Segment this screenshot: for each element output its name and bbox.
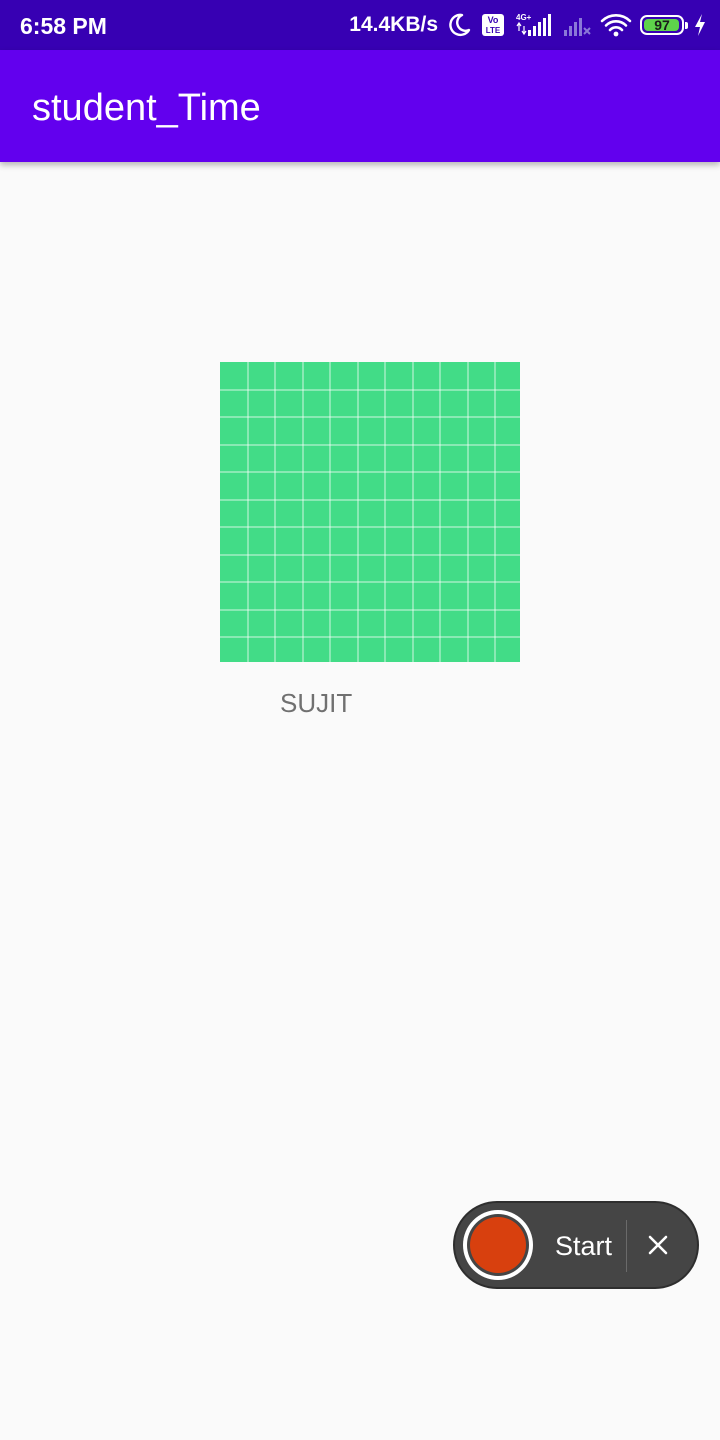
svg-text:Vo: Vo xyxy=(488,15,499,25)
divider xyxy=(626,1220,627,1272)
page-title: student_Time xyxy=(32,87,261,129)
battery-percent: 97 xyxy=(654,17,670,33)
svg-text:LTE: LTE xyxy=(486,26,501,35)
status-icons: 14.4KB/s Vo LTE 4G+ 97 xyxy=(349,10,708,40)
moon-icon xyxy=(446,12,472,38)
student-name[interactable]: SUJIT xyxy=(280,688,352,718)
screen-recorder-widget[interactable]: Start xyxy=(453,1201,699,1289)
record-button[interactable] xyxy=(463,1210,533,1280)
close-icon[interactable] xyxy=(643,1230,673,1260)
charging-icon xyxy=(692,12,708,38)
record-dot-icon xyxy=(470,1217,526,1273)
volte-icon: Vo LTE xyxy=(480,12,506,38)
app-bar: student_Time xyxy=(0,50,720,162)
signal-icon: 4G+ xyxy=(514,12,554,38)
status-time: 6:58 PM xyxy=(20,13,107,39)
wifi-icon xyxy=(600,12,632,38)
grid-placeholder-image xyxy=(220,362,520,662)
start-button[interactable]: Start xyxy=(555,1231,612,1261)
svg-text:4G+: 4G+ xyxy=(516,13,532,22)
battery-icon: 97 xyxy=(640,15,688,35)
status-bar: 6:58 PM 14.4KB/s Vo LTE 4G+ 97 xyxy=(0,0,720,50)
network-speed: 14.4KB/s xyxy=(349,13,438,36)
signal-no-sim-icon xyxy=(562,12,592,38)
